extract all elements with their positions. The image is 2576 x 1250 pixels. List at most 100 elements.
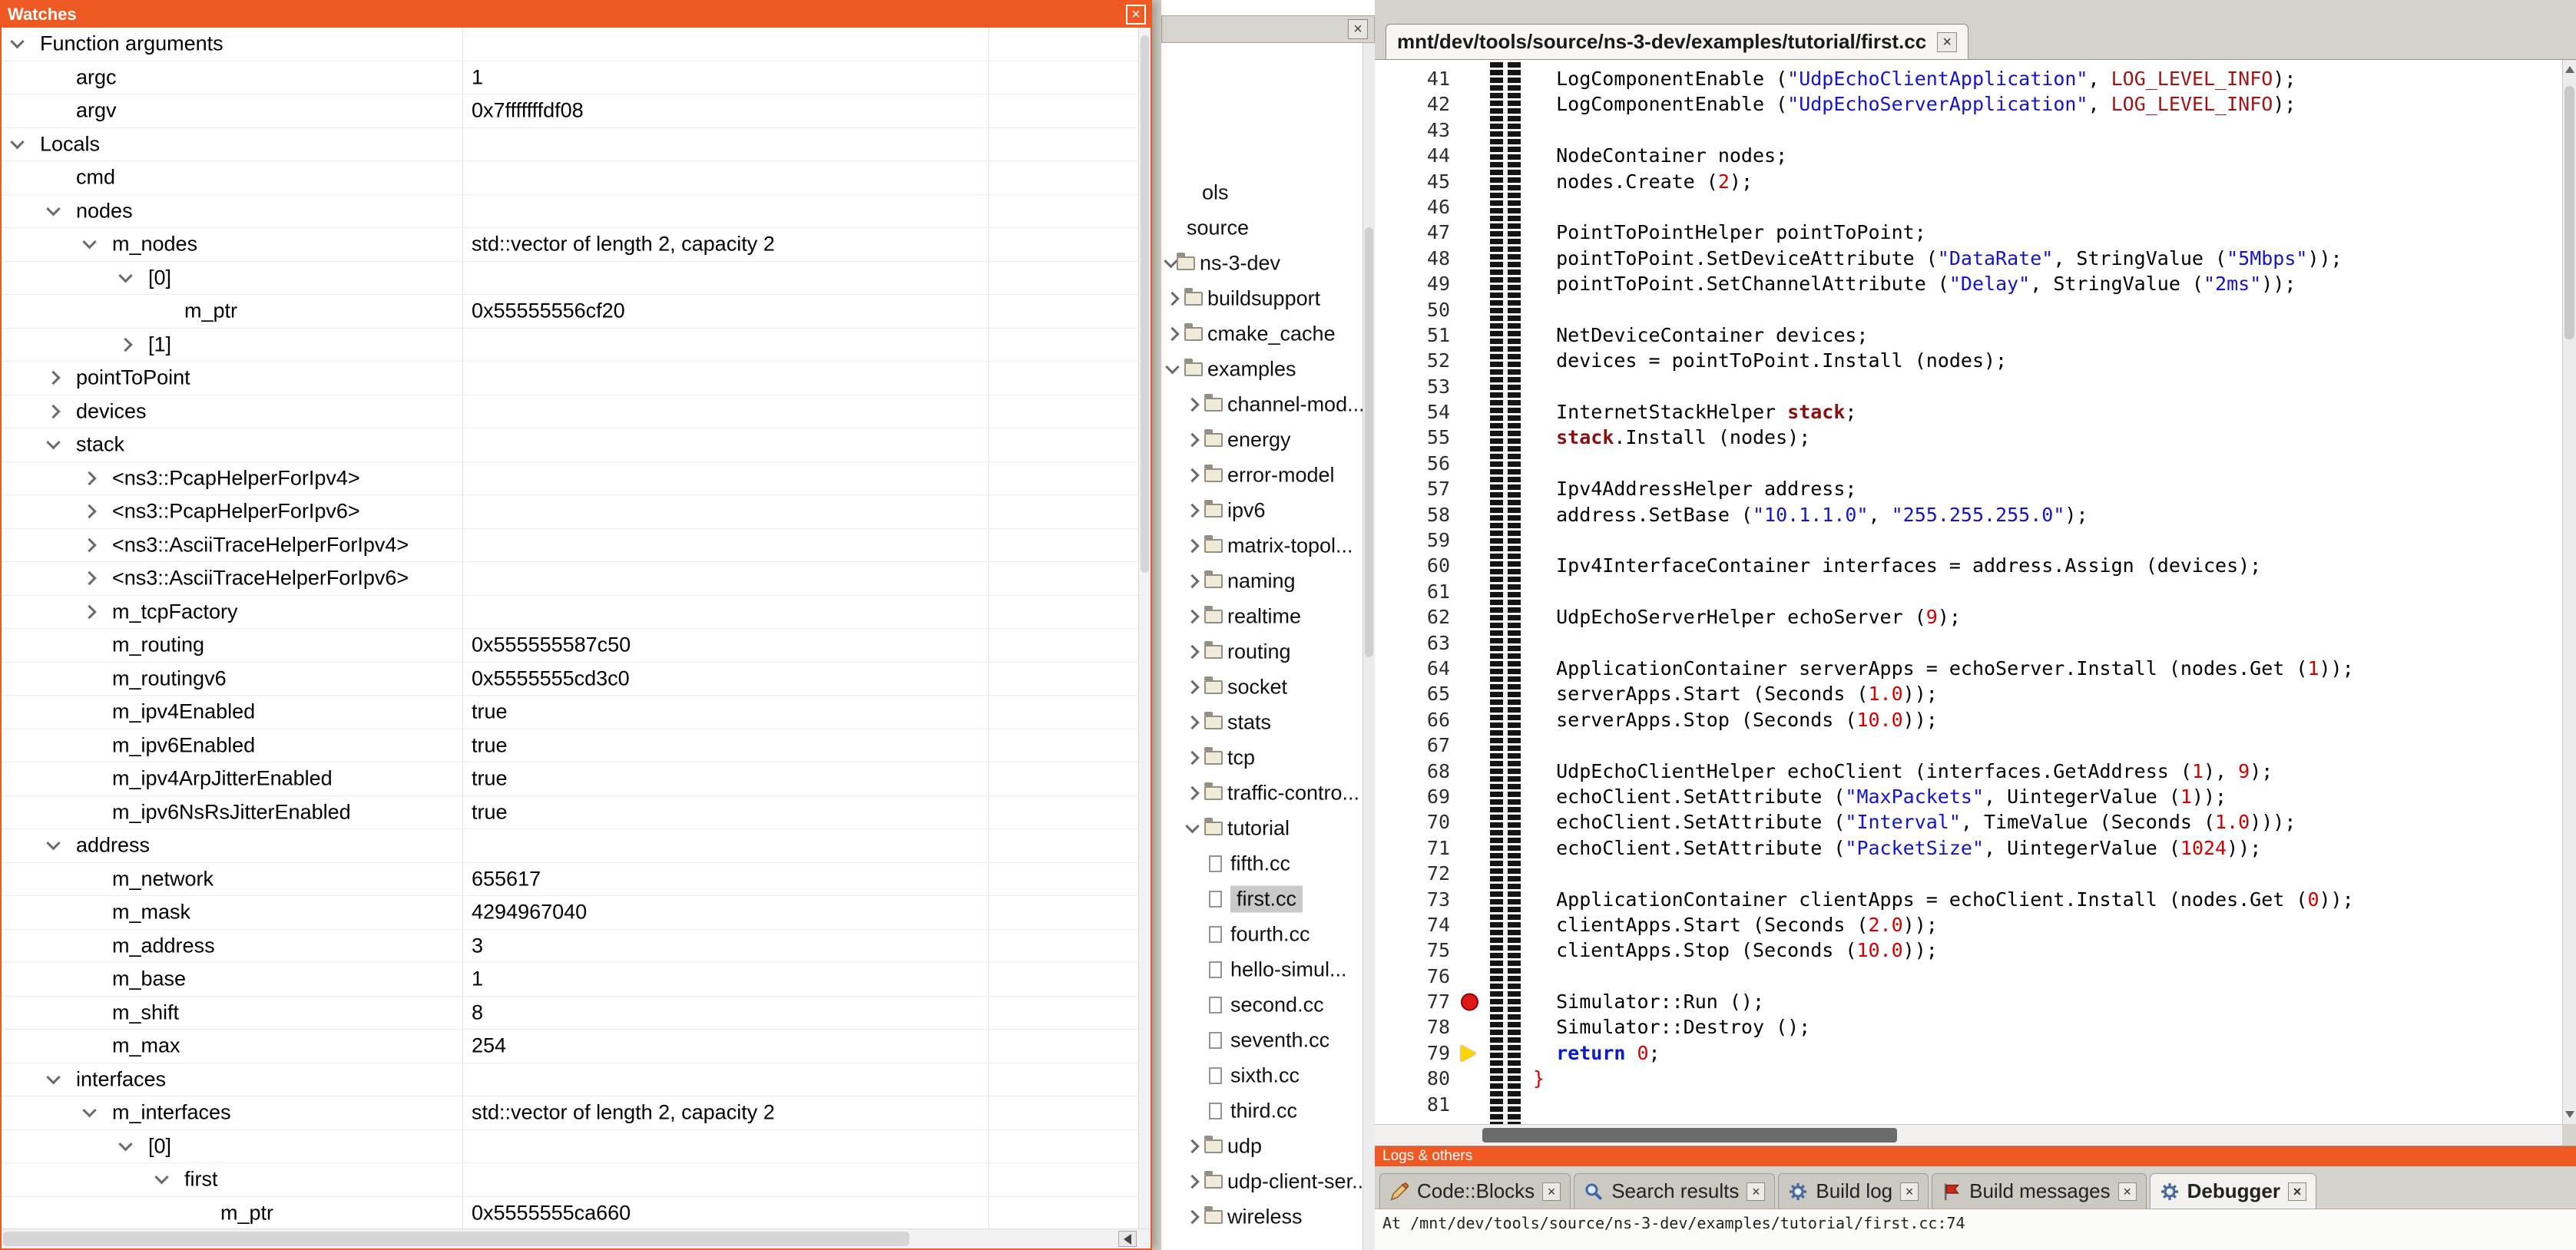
code-line[interactable]: 51 NetDeviceContainer devices;: [1375, 322, 2562, 348]
expand-icon[interactable]: [1185, 504, 1199, 518]
watch-row-m-ipv4arpjitterenabled[interactable]: m_ipv4ArpJitterEnabledtrue: [2, 762, 1138, 796]
code-line[interactable]: 62 UdpEchoServerHelper echoServer (9);: [1375, 604, 2562, 630]
watch-row-m-routing[interactable]: m_routing0x555555587c50: [2, 629, 1138, 663]
tree-item-stats[interactable]: stats: [1161, 705, 1362, 740]
expand-icon[interactable]: [82, 471, 96, 485]
watch-row-m-ipv4enabled[interactable]: m_ipv4Enabledtrue: [2, 696, 1138, 729]
expand-icon[interactable]: [1185, 680, 1199, 694]
tree-item-energy[interactable]: energy: [1161, 422, 1362, 458]
code-line[interactable]: 81: [1375, 1092, 2562, 1117]
tree-item-matrix-topol[interactable]: matrix-topol...: [1161, 528, 1362, 564]
expand-icon[interactable]: [1185, 645, 1199, 659]
code-line[interactable]: 49 pointToPoint.SetChannelAttribute ("De…: [1375, 271, 2562, 296]
tree-item-udp-client-ser[interactable]: udp-client-ser...: [1161, 1164, 1362, 1199]
expand-icon[interactable]: [1185, 786, 1199, 800]
scroll-up-icon[interactable]: [2565, 66, 2574, 73]
watch-row-0[interactable]: [0]: [2, 1130, 1138, 1164]
tree-item-udp[interactable]: udp: [1161, 1129, 1362, 1164]
watch-row-devices[interactable]: devices: [2, 395, 1138, 429]
scroll-down-icon[interactable]: [2565, 1111, 2574, 1118]
expand-icon[interactable]: [1185, 574, 1199, 588]
watch-row-m-ptr[interactable]: m_ptr0x55555556cf20: [2, 295, 1138, 329]
tree-item-hello-simul[interactable]: hello-simul...: [1161, 952, 1362, 987]
expand-icon[interactable]: [1185, 468, 1199, 482]
watch-row-m-ptr[interactable]: m_ptr0x5555555ca660: [2, 1197, 1138, 1229]
project-tree-scrollbar[interactable]: [1362, 43, 1375, 1250]
collapse-icon[interactable]: [1185, 819, 1199, 833]
expand-icon[interactable]: [1185, 751, 1199, 765]
code-line[interactable]: 77 Simulator::Run ();: [1375, 989, 2562, 1014]
expand-icon[interactable]: [1165, 327, 1179, 341]
watch-row-m-interfaces[interactable]: m_interfacesstd::vector of length 2, cap…: [2, 1096, 1138, 1130]
watch-row-m-shift[interactable]: m_shift8: [2, 997, 1138, 1030]
scrollbar-thumb[interactable]: [1141, 35, 1149, 573]
code-line[interactable]: 79 return 0;: [1375, 1040, 2562, 1066]
scrollbar-thumb[interactable]: [1482, 1128, 1897, 1143]
expand-icon[interactable]: [82, 504, 96, 518]
collapse-icon[interactable]: [46, 435, 60, 449]
tree-item-routing[interactable]: routing: [1161, 634, 1362, 670]
expand-icon[interactable]: [1185, 716, 1199, 729]
collapse-icon[interactable]: [46, 1070, 60, 1084]
code-line[interactable]: 57 Ipv4AddressHelper address;: [1375, 476, 2562, 501]
watch-row-nodes[interactable]: nodes: [2, 195, 1138, 229]
tree-item-wireless[interactable]: wireless: [1161, 1199, 1362, 1235]
expand-icon[interactable]: [1185, 1210, 1199, 1224]
collapse-icon[interactable]: [82, 1103, 96, 1117]
close-icon[interactable]: ×: [1937, 32, 1957, 52]
watch-row-m-ipv6enabled[interactable]: m_ipv6Enabledtrue: [2, 729, 1138, 763]
expand-icon[interactable]: [118, 338, 132, 352]
code-line[interactable]: 59: [1375, 527, 2562, 553]
expand-icon[interactable]: [82, 571, 96, 585]
code-line[interactable]: 71 echoClient.SetAttribute ("PacketSize"…: [1375, 835, 2562, 861]
logs-tab-debugger[interactable]: Debugger×: [2150, 1173, 2316, 1209]
code-line[interactable]: 45 nodes.Create (2);: [1375, 169, 2562, 194]
expand-icon[interactable]: [1185, 433, 1199, 447]
expand-icon[interactable]: [1185, 1139, 1199, 1153]
code-line[interactable]: 53: [1375, 374, 2562, 399]
code-line[interactable]: 46: [1375, 194, 2562, 220]
tree-item-first-cc[interactable]: first.cc: [1161, 881, 1362, 917]
close-icon[interactable]: ×: [1542, 1182, 1561, 1201]
tree-item-second-cc[interactable]: second.cc: [1161, 987, 1362, 1023]
watch-row-m-nodes[interactable]: m_nodesstd::vector of length 2, capacity…: [2, 228, 1138, 262]
code-line[interactable]: 56: [1375, 451, 2562, 476]
watch-row-0[interactable]: [0]: [2, 262, 1138, 296]
watch-row-address[interactable]: address: [2, 829, 1138, 863]
close-icon[interactable]: ×: [1900, 1182, 1919, 1201]
collapse-icon[interactable]: [118, 269, 132, 283]
watch-row-m-network[interactable]: m_network655617: [2, 863, 1138, 897]
watch-row-pointtopoint[interactable]: pointToPoint: [2, 362, 1138, 395]
code-line[interactable]: 64 ApplicationContainer serverApps = ech…: [1375, 656, 2562, 681]
collapse-icon[interactable]: [1164, 254, 1177, 268]
watches-hscrollbar[interactable]: [2, 1229, 1151, 1248]
collapse-icon[interactable]: [46, 836, 60, 850]
code-line[interactable]: 44 NodeContainer nodes;: [1375, 143, 2562, 168]
code-line[interactable]: 72: [1375, 861, 2562, 886]
logs-tab-build-log[interactable]: Build log×: [1778, 1173, 1929, 1209]
watch-row-m-ipv6nsrsjitterenabled[interactable]: m_ipv6NsRsJitterEnabledtrue: [2, 796, 1138, 830]
code-line[interactable]: 54 InternetStackHelper stack;: [1375, 399, 2562, 425]
tree-item-channel-mod[interactable]: channel-mod...: [1161, 387, 1362, 422]
watch-row-ns3-pcaphelperforipv6[interactable]: <ns3::PcapHelperForIpv6>: [2, 495, 1138, 529]
editor-vscrollbar[interactable]: [2562, 60, 2576, 1124]
tree-item-fifth-cc[interactable]: fifth.cc: [1161, 846, 1362, 881]
code-line[interactable]: 63: [1375, 630, 2562, 656]
code-line[interactable]: 80}: [1375, 1066, 2562, 1091]
watch-row-ns3-asciitracehelperforipv6[interactable]: <ns3::AsciiTraceHelperForIpv6>: [2, 562, 1138, 596]
close-icon[interactable]: ×: [2118, 1182, 2137, 1201]
tree-item-fourth-cc[interactable]: fourth.cc: [1161, 917, 1362, 952]
tree-item-traffic-contro[interactable]: traffic-contro...: [1161, 775, 1362, 811]
tree-item-naming[interactable]: naming: [1161, 564, 1362, 599]
collapse-icon[interactable]: [46, 202, 60, 216]
editor-tab-first-cc[interactable]: mnt/dev/tools/source/ns-3-dev/examples/t…: [1386, 24, 1968, 59]
tree-item-ns-3-dev[interactable]: ns-3-dev: [1161, 246, 1362, 281]
watch-row-ns3-asciitracehelperforipv4[interactable]: <ns3::AsciiTraceHelperForIpv4>: [2, 529, 1138, 563]
scrollbar-thumb[interactable]: [2564, 86, 2574, 339]
expand-icon[interactable]: [82, 605, 96, 619]
code-line[interactable]: 60 Ipv4InterfaceContainer interfaces = a…: [1375, 553, 2562, 578]
tree-item-examples[interactable]: examples: [1161, 352, 1362, 387]
expand-icon[interactable]: [46, 405, 60, 418]
tree-item-third-cc[interactable]: third.cc: [1161, 1093, 1362, 1129]
close-icon[interactable]: ×: [1747, 1182, 1765, 1201]
